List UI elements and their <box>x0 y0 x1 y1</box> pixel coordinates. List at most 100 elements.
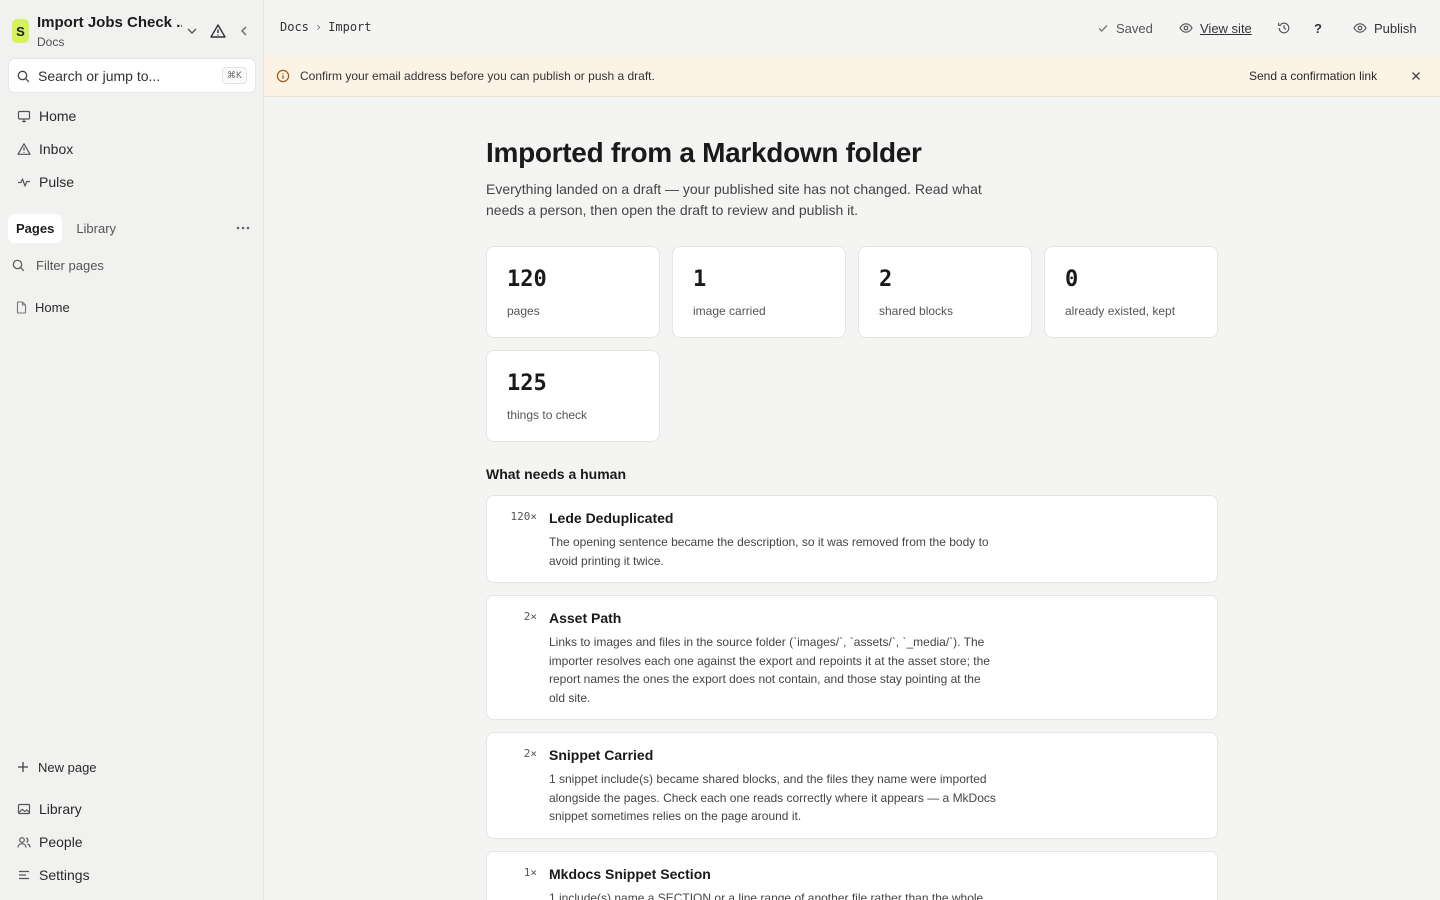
issue-count: 120× <box>510 510 538 523</box>
stat-value: 125 <box>507 371 547 396</box>
main-content: Imported from a Markdown folder Everythi… <box>264 97 1440 900</box>
new-page-label: New page <box>38 759 97 775</box>
people-icon <box>17 835 31 849</box>
issue-title: Asset Path <box>549 610 622 626</box>
saved-status: Saved <box>1097 18 1153 38</box>
stat-value: 0 <box>1065 267 1079 292</box>
new-page-button[interactable]: New page <box>8 754 256 780</box>
stat-value: 2 <box>879 267 893 292</box>
nav-item-label: Library <box>39 801 82 817</box>
page-title: Imported from a Markdown folder <box>486 137 922 168</box>
issue-count: 1× <box>523 866 537 879</box>
search-icon <box>12 259 25 272</box>
file-icon <box>16 300 27 314</box>
stat-card: 0 already existed, kept <box>1044 246 1218 338</box>
tab-pages[interactable]: Pages <box>8 214 63 243</box>
breadcrumb: Docs › Import <box>280 20 372 34</box>
nav-item-label: Inbox <box>39 141 74 157</box>
monitor-icon <box>17 109 31 123</box>
issue-card: 2× Snippet Carried 1 snippet include(s) … <box>486 732 1218 839</box>
stat-label: shared blocks <box>879 304 954 318</box>
email-confirm-banner: Confirm your email address before you ca… <box>264 56 1440 97</box>
breadcrumb-import: Import <box>328 20 372 34</box>
issue-card: 120× Lede Deduplicated The opening sente… <box>486 495 1218 583</box>
workspace-switcher[interactable]: S Import Jobs Check ... Docs <box>12 13 256 49</box>
page-item-home[interactable]: Home <box>8 294 256 320</box>
stat-label: image carried <box>693 304 766 318</box>
issue-count: 2× <box>523 610 537 623</box>
stat-label: pages <box>507 304 540 318</box>
info-icon <box>276 69 290 83</box>
chevron-right-icon: › <box>314 20 323 34</box>
publish-button[interactable]: Publish <box>1353 18 1417 38</box>
stat-label: already existed, kept <box>1065 304 1176 318</box>
warning-icon[interactable] <box>210 23 226 39</box>
page-lede: Everything landed on a draft — your publ… <box>486 181 982 218</box>
more-options-icon[interactable] <box>234 220 252 236</box>
saved-label: Saved <box>1116 20 1153 36</box>
breadcrumb-docs[interactable]: Docs <box>280 20 309 34</box>
nav-item-people[interactable]: People <box>8 827 256 857</box>
issue-description: 1 include(s) name a SECTION or a line ra… <box>549 891 984 900</box>
nav-item-label: People <box>39 834 83 850</box>
publish-label: Publish <box>1374 20 1417 36</box>
issue-description: The opening sentence became the descript… <box>549 535 989 568</box>
eye-icon <box>1179 21 1193 35</box>
workspace-subtitle: Docs <box>37 35 65 49</box>
view-site-link[interactable]: View site <box>1179 18 1252 38</box>
issue-description: Links to images and files in the source … <box>549 635 990 706</box>
tab-library[interactable]: Library <box>68 214 124 243</box>
page-item-label: Home <box>35 299 70 315</box>
issue-title: Snippet Carried <box>549 747 654 763</box>
image-icon <box>17 802 31 816</box>
search-placeholder: Search or jump to... <box>38 68 161 84</box>
stat-value: 1 <box>693 267 707 292</box>
nav-item-label: Settings <box>39 867 90 883</box>
nav-item-inbox[interactable]: Inbox <box>8 134 256 164</box>
issue-card: 1× Mkdocs Snippet Section 1 include(s) n… <box>486 851 1218 900</box>
view-site-label: View site <box>1200 20 1252 36</box>
workspace-logo-icon: S <box>12 19 29 43</box>
stat-label: things to check <box>507 408 588 422</box>
stat-card: 2 shared blocks <box>858 246 1032 338</box>
nav-item-label: Home <box>39 108 77 124</box>
filter-placeholder: Filter pages <box>36 258 104 273</box>
banner-message: Confirm your email address before you ca… <box>300 69 655 83</box>
send-confirmation-link[interactable]: Send a confirmation link <box>1249 69 1377 83</box>
issue-count: 2× <box>523 747 537 760</box>
close-icon[interactable] <box>1410 70 1422 82</box>
warning-icon <box>17 142 31 156</box>
chevron-down-icon[interactable] <box>184 23 200 39</box>
eye-icon <box>1353 21 1367 35</box>
issue-title: Mkdocs Snippet Section <box>549 866 711 882</box>
issue-card: 2× Asset Path Links to images and files … <box>486 595 1218 720</box>
sidebar: S Import Jobs Check ... Docs Search or j… <box>0 0 264 900</box>
stat-card: 120 pages <box>486 246 660 338</box>
nav-item-library[interactable]: Library <box>8 794 256 824</box>
nav-item-label: Pulse <box>39 174 75 190</box>
nav-item-settings[interactable]: Settings <box>8 860 256 890</box>
stat-value: 120 <box>507 267 547 292</box>
search-icon <box>17 70 30 83</box>
menu-icon <box>17 868 31 882</box>
section-title: What needs a human <box>486 466 627 482</box>
nav-item-pulse[interactable]: Pulse <box>8 167 256 197</box>
issue-description: 1 snippet include(s) became shared block… <box>549 772 996 824</box>
history-icon <box>1277 21 1291 35</box>
search-input[interactable]: Search or jump to... ⌘K <box>8 58 256 93</box>
pulse-icon <box>17 175 31 189</box>
check-icon <box>1097 22 1109 34</box>
nav-item-home[interactable]: Home <box>8 101 256 131</box>
workspace-title: Import Jobs Check ... <box>37 14 182 31</box>
collapse-sidebar-icon[interactable] <box>236 23 252 39</box>
issue-title: Lede Deduplicated <box>549 510 674 526</box>
top-bar: Docs › Import Saved View site ? Publish <box>264 0 1440 56</box>
history-button[interactable] <box>1277 18 1291 38</box>
stat-card: 125 things to check <box>486 350 660 442</box>
help-button[interactable]: ? <box>1314 18 1322 38</box>
plus-icon <box>17 761 29 773</box>
filter-pages-input[interactable]: Filter pages <box>8 252 256 280</box>
stat-card: 1 image carried <box>672 246 846 338</box>
search-shortcut: ⌘K <box>221 67 247 84</box>
sidebar-tabs: Pages Library <box>8 214 124 243</box>
